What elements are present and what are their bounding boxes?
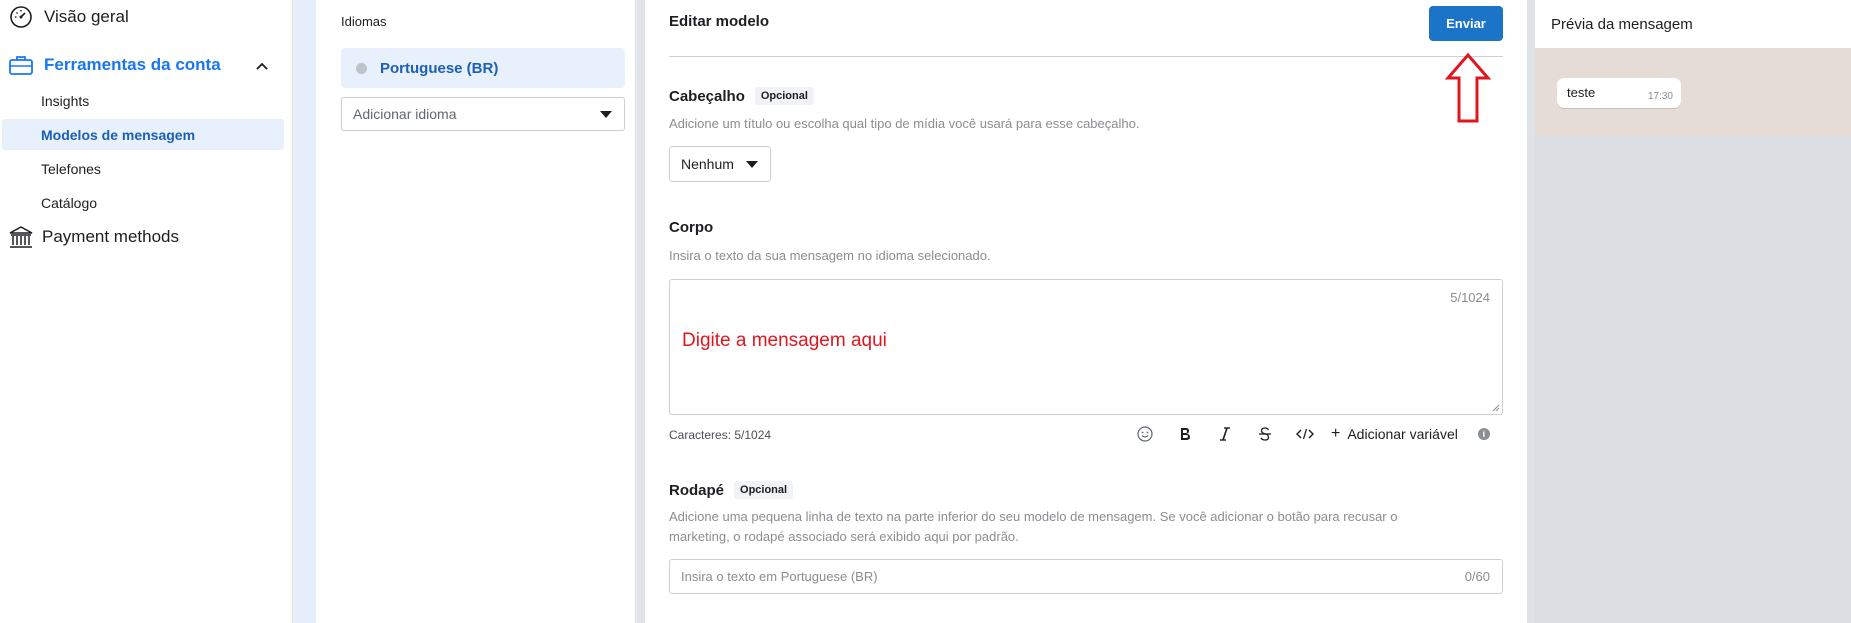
emoji-icon[interactable] (1125, 426, 1165, 442)
header-media-select[interactable]: Nenhum (669, 146, 771, 182)
message-bubble: teste 17:30 (1557, 78, 1681, 108)
sidebar-item-payment-methods[interactable]: Payment methods (0, 220, 292, 254)
annotation-arrow-up-icon (1445, 52, 1491, 123)
template-editor: Editar modelo Enviar Cabeçalho Opcional … (645, 0, 1527, 623)
message-preview-panel: Prévia da mensagem teste 17:30 (1535, 0, 1851, 623)
editor-title: Editar modelo (669, 13, 770, 30)
footer-description-line-1: Adicione uma pequena linha de texto na p… (669, 509, 1398, 524)
sidebar: Visão geral Ferramentas da conta Insight… (0, 0, 293, 623)
body-title: Corpo (669, 219, 714, 236)
sidebar-group-account-tools[interactable]: Ferramentas da conta (0, 48, 292, 82)
language-label: Portuguese (BR) (380, 59, 499, 77)
resize-grip-icon[interactable] (1492, 404, 1500, 412)
add-variable-label: Adicionar variável (1347, 426, 1458, 442)
footer-placeholder: Insira o texto em Portuguese (BR) (681, 569, 878, 584)
add-variable-button[interactable]: + Adicionar variável (1331, 425, 1458, 443)
message-time: 17:30 (1647, 91, 1673, 102)
body-description: Insira o texto da sua mensagem no idioma… (669, 248, 991, 263)
sidebar-item-phones[interactable]: Telefones (0, 153, 292, 184)
footer-text-input[interactable]: Insira o texto em Portuguese (BR) 0/60 (669, 559, 1503, 594)
panel-divider (637, 0, 645, 623)
sidebar-item-insights[interactable]: Insights (0, 85, 292, 116)
header-select-value: Nenhum (681, 156, 734, 172)
header-section-title: Cabeçalho Opcional (669, 87, 814, 105)
preview-title: Prévia da mensagem (1535, 0, 1851, 48)
sidebar-item-label: Visão geral (44, 7, 129, 26)
gutter-strip (294, 0, 316, 623)
italic-icon[interactable] (1205, 426, 1245, 442)
caret-down-icon (600, 111, 612, 118)
header-title: Cabeçalho (669, 87, 745, 105)
sidebar-group-label: Ferramentas da conta (44, 55, 221, 74)
format-toolbar: + Adicionar variável i (1125, 423, 1490, 445)
body-section-title: Corpo (669, 219, 713, 236)
app-window: Visão geral Ferramentas da conta Insight… (0, 0, 1851, 623)
chevron-up-icon[interactable] (256, 55, 268, 75)
languages-title: Idiomas (341, 14, 387, 29)
sidebar-item-overview[interactable]: Visão geral (0, 0, 292, 34)
footer-description-line-2: marketing, o rodapé associado será exibi… (669, 529, 1019, 544)
status-dot-icon (356, 62, 367, 74)
body-annotation-text: Digite a mensagem aqui (682, 330, 887, 351)
body-textarea[interactable]: 5/1024 Digite a mensagem aqui (669, 279, 1503, 415)
strikethrough-icon[interactable] (1245, 426, 1285, 442)
footer-title: Rodapé (669, 481, 725, 499)
bank-icon (8, 224, 34, 250)
add-language-dropdown[interactable]: Adicionar idioma (341, 97, 625, 131)
add-language-placeholder: Adicionar idioma (353, 106, 457, 122)
footer-section-title: Rodapé Opcional (669, 481, 794, 499)
dashboard-gauge-icon (8, 4, 34, 30)
languages-panel: Idiomas Portuguese (BR) Adicionar idioma (316, 0, 636, 623)
sidebar-item-label: Payment methods (42, 227, 180, 246)
info-icon[interactable]: i (1477, 428, 1490, 440)
code-icon[interactable] (1285, 427, 1325, 441)
sidebar-item-message-templates[interactable]: Modelos de mensagem (2, 119, 284, 150)
chat-background: teste 17:30 (1535, 48, 1851, 136)
sidebar-item-catalog[interactable]: Catálogo (0, 187, 292, 218)
optional-badge: Opcional (734, 481, 794, 499)
header-description: Adicione um título ou escolha qual tipo … (669, 116, 1140, 131)
body-char-counter: 5/1024 (1450, 290, 1490, 305)
divider (669, 56, 1503, 57)
language-item-portuguese-br[interactable]: Portuguese (BR) (341, 48, 625, 88)
characters-count: Caracteres: 5/1024 (669, 428, 772, 442)
plus-icon: + (1331, 425, 1341, 442)
footer-char-counter: 0/60 (1464, 569, 1490, 584)
caret-down-icon (745, 160, 758, 168)
briefcase-icon (8, 52, 34, 78)
panel-divider (1527, 0, 1535, 623)
send-button[interactable]: Enviar (1429, 6, 1503, 41)
bold-icon[interactable] (1165, 426, 1205, 442)
message-text: teste (1567, 85, 1596, 100)
optional-badge: Opcional (754, 87, 814, 105)
